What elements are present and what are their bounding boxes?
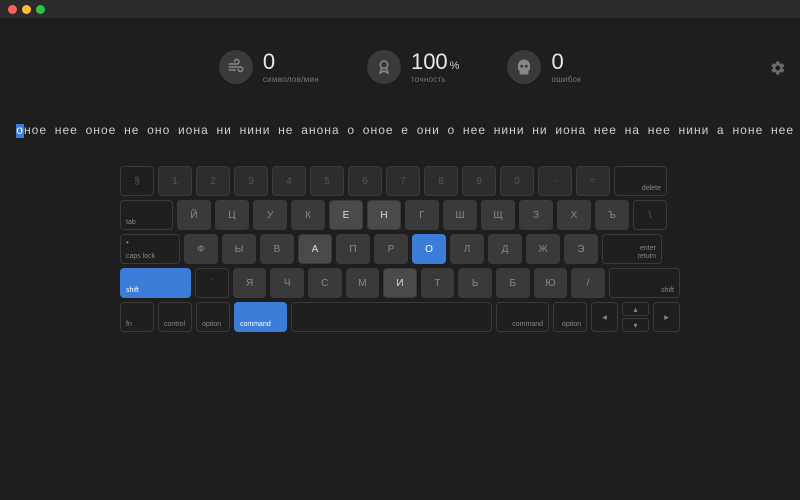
key-fn[interactable]: fn	[120, 302, 154, 332]
accuracy-label: точность	[411, 75, 460, 84]
close-window-button[interactable]	[8, 5, 17, 14]
key-6[interactable]: 6	[348, 166, 382, 196]
key-У[interactable]: У	[253, 200, 287, 230]
key-И[interactable]: И	[383, 268, 417, 298]
key-З[interactable]: З	[519, 200, 553, 230]
key-right-shift[interactable]: shift	[609, 268, 680, 298]
key-arrow-up[interactable]: ▴	[622, 302, 649, 316]
key-=[interactable]: =	[576, 166, 610, 196]
key-К[interactable]: К	[291, 200, 325, 230]
key-control[interactable]: control	[158, 302, 192, 332]
key-В[interactable]: В	[260, 234, 294, 264]
key-§[interactable]: §	[120, 166, 154, 196]
key-arrow-down[interactable]: ▾	[622, 318, 649, 332]
key-Ш[interactable]: Ш	[443, 200, 477, 230]
key-8[interactable]: 8	[424, 166, 458, 196]
typing-cursor: о	[16, 124, 24, 138]
speed-value: 0	[263, 51, 275, 73]
key-Э[interactable]: Э	[564, 234, 598, 264]
maximize-window-button[interactable]	[36, 5, 45, 14]
key-0[interactable]: 0	[500, 166, 534, 196]
key-Б[interactable]: Б	[496, 268, 530, 298]
window-titlebar	[0, 0, 800, 18]
key-Ф[interactable]: Ф	[184, 234, 218, 264]
key-3[interactable]: 3	[234, 166, 268, 196]
key-Ч[interactable]: Ч	[270, 268, 304, 298]
errors-value: 0	[551, 51, 563, 73]
key-left-shift[interactable]: shift	[120, 268, 191, 298]
key-7[interactable]: 7	[386, 166, 420, 196]
key-С[interactable]: С	[308, 268, 342, 298]
accuracy-suffix: %	[450, 61, 460, 72]
key--[interactable]: -	[538, 166, 572, 196]
key-right-option[interactable]: option	[553, 302, 587, 332]
typing-line[interactable]: оное нее оное не оно иона ни нини не ано…	[0, 124, 800, 138]
key-1[interactable]: 1	[158, 166, 192, 196]
key-delete[interactable]: delete	[614, 166, 667, 196]
settings-button[interactable]	[770, 60, 786, 76]
key-Х[interactable]: Х	[557, 200, 591, 230]
key-4[interactable]: 4	[272, 166, 306, 196]
key-arrow-stack: ▴▾	[622, 302, 649, 332]
keyboard: §1234567890-=delete tabЙЦУКЕНГШЩЗХЪ\ •ca…	[120, 166, 680, 332]
key-О[interactable]: О	[412, 234, 446, 264]
key-9[interactable]: 9	[462, 166, 496, 196]
key-Ц[interactable]: Ц	[215, 200, 249, 230]
key-Я[interactable]: Я	[233, 268, 267, 298]
key-Щ[interactable]: Щ	[481, 200, 515, 230]
key-capslock[interactable]: •caps lock	[120, 234, 180, 264]
key-Т[interactable]: Т	[421, 268, 455, 298]
key-right-command[interactable]: command	[496, 302, 549, 332]
stats-row: 0 символов/мин 100% точность 0 ошибок	[0, 50, 800, 84]
key-Ъ[interactable]: Ъ	[595, 200, 629, 230]
key-П[interactable]: П	[336, 234, 370, 264]
key-Р[interactable]: Р	[374, 234, 408, 264]
key-`[interactable]: `	[195, 268, 229, 298]
key-tab[interactable]: tab	[120, 200, 173, 230]
minimize-window-button[interactable]	[22, 5, 31, 14]
key-Ь[interactable]: Ь	[458, 268, 492, 298]
key-/[interactable]: /	[571, 268, 605, 298]
key-left-command[interactable]: command	[234, 302, 287, 332]
stat-speed: 0 символов/мин	[219, 50, 319, 84]
speed-label: символов/мин	[263, 75, 319, 84]
errors-label: ошибок	[551, 75, 581, 84]
stat-errors: 0 ошибок	[507, 50, 581, 84]
key-space[interactable]	[291, 302, 492, 332]
key-Г[interactable]: Г	[405, 200, 439, 230]
typing-rest: ное нее оное не оно иона ни нини не анон…	[24, 124, 794, 138]
key-left-option[interactable]: option	[196, 302, 230, 332]
award-icon	[367, 50, 401, 84]
wind-icon	[219, 50, 253, 84]
key-Л[interactable]: Л	[450, 234, 484, 264]
accuracy-value: 100	[411, 51, 448, 73]
key-А[interactable]: А	[298, 234, 332, 264]
skull-icon	[507, 50, 541, 84]
key-Н[interactable]: Н	[367, 200, 401, 230]
key-Ы[interactable]: Ы	[222, 234, 256, 264]
app-frame: 0 символов/мин 100% точность 0 ошибок он…	[0, 50, 800, 500]
key-Ю[interactable]: Ю	[534, 268, 568, 298]
key-Е[interactable]: Е	[329, 200, 363, 230]
key-Й[interactable]: Й	[177, 200, 211, 230]
key-Ж[interactable]: Ж	[526, 234, 560, 264]
stat-accuracy: 100% точность	[367, 50, 460, 84]
key-\[interactable]: \	[633, 200, 667, 230]
key-2[interactable]: 2	[196, 166, 230, 196]
key-arrow-left[interactable]: ◂	[591, 302, 618, 332]
key-return[interactable]: enterreturn	[602, 234, 662, 264]
key-Д[interactable]: Д	[488, 234, 522, 264]
key-5[interactable]: 5	[310, 166, 344, 196]
key-arrow-right[interactable]: ▸	[653, 302, 680, 332]
key-М[interactable]: М	[346, 268, 380, 298]
